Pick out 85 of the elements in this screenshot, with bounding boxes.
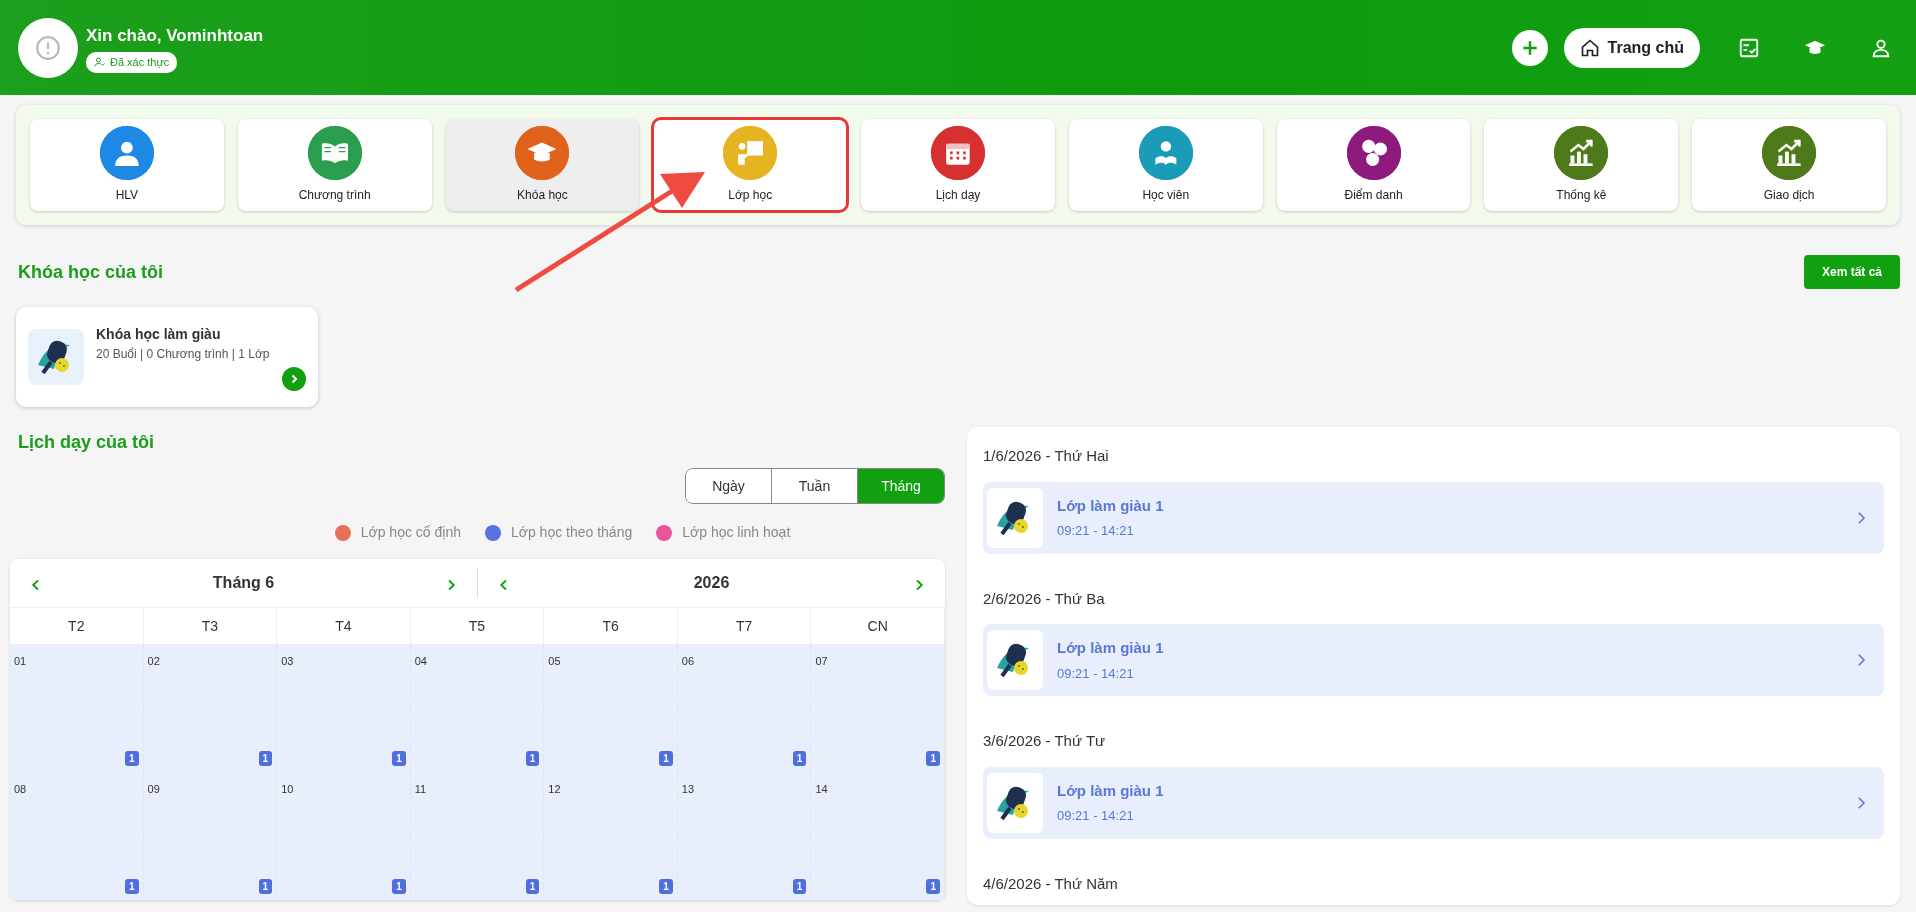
menu-tile[interactable]: Khóa học <box>445 119 640 211</box>
class-title: Lớp làm giàu 1 <box>1057 780 1165 801</box>
day-number: 06 <box>681 655 695 667</box>
event-count-badge: 1 <box>392 879 406 894</box>
checklist-icon <box>1738 36 1760 59</box>
view-tab[interactable]: Ngày <box>686 469 772 503</box>
menu-tile[interactable]: Lịch dạy <box>861 119 1055 211</box>
menu-tile[interactable]: HLV <box>30 119 224 211</box>
course-meta: 20 Buổi | 0 Chương trình | 1 Lớp <box>96 345 271 363</box>
month-label: Tháng 6 <box>211 573 276 593</box>
open-course-button[interactable] <box>282 366 306 391</box>
menu-tile[interactable]: Thống kê <box>1484 119 1679 211</box>
day-number: 01 <box>14 655 27 667</box>
event-count-badge: 1 <box>792 751 807 766</box>
verified-badge: Đã xác thực <box>86 52 178 73</box>
day-cell[interactable]: 06 1 <box>677 644 812 772</box>
agenda-date: 1/6/2026 - Thứ Hai <box>983 446 1110 466</box>
add-button[interactable] <box>1511 29 1548 66</box>
event-count-badge: 1 <box>525 879 540 894</box>
event-count-badge: 1 <box>926 879 940 894</box>
event-count-badge: 1 <box>125 879 139 894</box>
class-title: Lớp làm giàu 1 <box>1057 495 1165 516</box>
event-count-badge: 1 <box>258 751 273 766</box>
day-number: 04 <box>414 655 427 667</box>
legend-label: Lớp học theo tháng <box>510 523 633 542</box>
event-count-badge: 1 <box>525 751 540 766</box>
greeting-text: Xin chào, Vominhtoan <box>86 24 264 47</box>
day-number: 09 <box>147 783 160 795</box>
day-number: 07 <box>815 655 828 667</box>
event-count-badge: 1 <box>792 879 807 894</box>
class-time: 09:21 - 14:21 <box>1057 522 1135 540</box>
day-number: 11 <box>414 783 427 795</box>
day-number: 03 <box>281 655 294 667</box>
class-time: 09:21 - 14:21 <box>1057 807 1135 825</box>
day-cell[interactable]: 14 1 <box>811 772 945 900</box>
day-cell[interactable]: 08 1 <box>10 772 144 900</box>
day-number: 12 <box>548 783 561 795</box>
legend-label: Lớp học cố định <box>360 523 461 542</box>
class-session-item[interactable]: Lớp làm giàu 1 09:21 - 14:21 <box>983 766 1884 839</box>
day-cell[interactable]: 04 1 <box>410 644 545 772</box>
day-number: 02 <box>147 655 160 667</box>
day-cell[interactable]: 11 1 <box>410 772 545 900</box>
class-time: 09:21 - 14:21 <box>1057 664 1135 683</box>
day-cell[interactable]: 07 1 <box>811 644 945 772</box>
event-count-badge: 1 <box>392 751 406 766</box>
section-title: Lịch dạy của tôi <box>18 431 156 454</box>
view-tab[interactable]: Tuần <box>772 469 858 503</box>
day-cell[interactable]: 10 1 <box>277 772 411 900</box>
menu-tile[interactable]: Học viên <box>1068 119 1263 211</box>
day-cell[interactable]: 09 1 <box>143 772 278 900</box>
event-count-badge: 1 <box>659 879 673 894</box>
class-session-item[interactable]: Lớp làm giàu 1 09:21 - 14:21 <box>983 481 1884 554</box>
day-cell[interactable]: 03 1 <box>277 644 411 772</box>
menu-tile[interactable]: Giao dịch <box>1692 119 1886 211</box>
year-label: 2026 <box>692 573 731 593</box>
day-number: 08 <box>14 783 27 795</box>
agenda-date: 4/6/2026 - Thứ Năm <box>983 873 1119 894</box>
day-cell[interactable]: 13 1 <box>677 772 812 900</box>
menu-tile[interactable]: Chương trình <box>237 119 432 211</box>
event-count-badge: 1 <box>659 751 673 766</box>
day-cell[interactable]: 05 1 <box>544 644 678 772</box>
day-number: 10 <box>281 783 294 795</box>
day-cell[interactable]: 12 1 <box>544 772 678 900</box>
day-number: 14 <box>815 783 828 795</box>
alert-icon <box>35 34 61 61</box>
day-cell[interactable]: 02 1 <box>143 644 278 772</box>
course-name: Khóa học làm giàu <box>96 324 222 344</box>
class-title: Lớp làm giàu 1 <box>1057 638 1165 658</box>
section-title: Khóa học của tôi <box>18 260 163 284</box>
home-button[interactable]: Trang chủ <box>1563 27 1700 68</box>
agenda-date: 3/6/2026 - Thứ Tư <box>983 731 1107 751</box>
event-count-badge: 1 <box>926 751 940 766</box>
event-count-badge: 1 <box>258 879 273 894</box>
agenda-date: 2/6/2026 - Thứ Ba <box>983 588 1106 609</box>
day-number: 13 <box>681 783 695 795</box>
day-number: 05 <box>548 655 561 667</box>
course-card[interactable]: Khóa học làm giàu 20 Buổi | 0 Chương trình | 1 Lớp <box>16 307 318 407</box>
class-session-item[interactable]: Lớp làm giàu 1 09:21 - 14:21 <box>983 624 1884 696</box>
menu-tile[interactable]: Điểm danh <box>1276 119 1471 211</box>
day-cell[interactable]: 01 1 <box>10 644 144 772</box>
event-count-badge: 1 <box>125 751 139 766</box>
user-check-icon <box>94 56 106 69</box>
menu-tile[interactable]: Lớp học <box>653 119 848 211</box>
home-icon <box>1579 37 1600 58</box>
legend-label: Lớp học linh hoạt <box>682 523 791 542</box>
